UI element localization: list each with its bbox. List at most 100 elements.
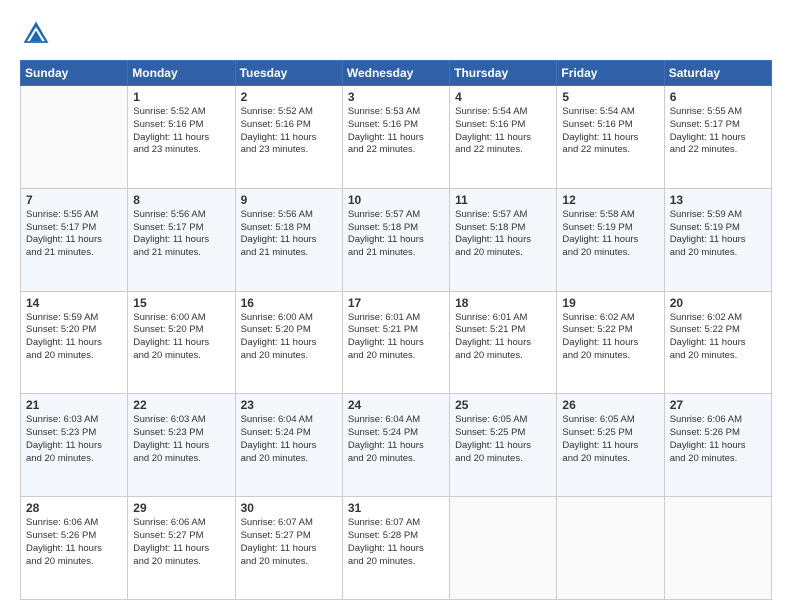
cell-date-number: 8 (133, 193, 229, 207)
cell-date-number: 29 (133, 501, 229, 515)
weekday-header: Friday (557, 61, 664, 86)
calendar-table: SundayMondayTuesdayWednesdayThursdayFrid… (20, 60, 772, 600)
cell-date-number: 25 (455, 398, 551, 412)
cell-info: Sunrise: 6:04 AMSunset: 5:24 PMDaylight:… (241, 414, 337, 465)
weekday-header: Thursday (450, 61, 557, 86)
weekday-header: Saturday (664, 61, 771, 86)
cell-info: Sunrise: 5:55 AMSunset: 5:17 PMDaylight:… (26, 209, 122, 260)
cell-date-number: 16 (241, 296, 337, 310)
calendar-cell: 15Sunrise: 6:00 AMSunset: 5:20 PMDayligh… (128, 291, 235, 394)
cell-info: Sunrise: 5:57 AMSunset: 5:18 PMDaylight:… (348, 209, 444, 260)
cell-date-number: 24 (348, 398, 444, 412)
calendar-week-row: 1 Sunrise: 5:52 AMSunset: 5:16 PMDaylight… (21, 86, 772, 189)
cell-info: Sunrise: 6:07 AMSunset: 5:28 PMDaylight:… (348, 517, 444, 568)
cell-info: Sunrise: 6:05 AMSunset: 5:25 PMDaylight:… (455, 414, 551, 465)
page: SundayMondayTuesdayWednesdayThursdayFrid… (0, 0, 792, 612)
cell-date-number: 9 (241, 193, 337, 207)
cell-info: Sunrise: 6:03 AMSunset: 5:23 PMDaylight:… (26, 414, 122, 465)
calendar-cell: 31 Sunrise: 6:07 AMSunset: 5:28 PMDayligh… (342, 497, 449, 600)
calendar-cell: 1 Sunrise: 5:52 AMSunset: 5:16 PMDaylight… (128, 86, 235, 189)
calendar-cell: 25 Sunrise: 6:05 AMSunset: 5:25 PMDayligh… (450, 394, 557, 497)
cell-info: Sunrise: 6:01 AMSunset: 5:21 PMDaylight:… (348, 312, 444, 363)
cell-date-number: 5 (562, 90, 658, 104)
calendar-week-row: 21 Sunrise: 6:03 AMSunset: 5:23 PMDayligh… (21, 394, 772, 497)
cell-date-number: 14 (26, 296, 122, 310)
calendar-cell (21, 86, 128, 189)
calendar-cell: 3 Sunrise: 5:53 AMSunset: 5:16 PMDaylight… (342, 86, 449, 189)
calendar-cell: 16Sunrise: 6:00 AMSunset: 5:20 PMDayligh… (235, 291, 342, 394)
cell-info: Sunrise: 5:56 AMSunset: 5:18 PMDaylight:… (241, 209, 337, 260)
cell-info: Sunrise: 6:02 AMSunset: 5:22 PMDaylight:… (670, 312, 766, 363)
cell-info: Sunrise: 6:02 AMSunset: 5:22 PMDaylight:… (562, 312, 658, 363)
logo (20, 18, 56, 50)
cell-date-number: 11 (455, 193, 551, 207)
cell-info: Sunrise: 6:06 AMSunset: 5:26 PMDaylight:… (670, 414, 766, 465)
cell-info: Sunrise: 6:04 AMSunset: 5:24 PMDaylight:… (348, 414, 444, 465)
calendar-week-row: 7 Sunrise: 5:55 AMSunset: 5:17 PMDaylight… (21, 188, 772, 291)
cell-info: Sunrise: 6:00 AMSunset: 5:20 PMDaylight:… (133, 312, 229, 363)
cell-info: Sunrise: 6:01 AMSunset: 5:21 PMDaylight:… (455, 312, 551, 363)
cell-date-number: 30 (241, 501, 337, 515)
calendar-cell: 6Sunrise: 5:55 AMSunset: 5:17 PMDaylight… (664, 86, 771, 189)
cell-date-number: 17 (348, 296, 444, 310)
cell-info: Sunrise: 5:52 AMSunset: 5:16 PMDaylight:… (133, 106, 229, 157)
cell-date-number: 2 (241, 90, 337, 104)
calendar-cell: 18Sunrise: 6:01 AMSunset: 5:21 PMDayligh… (450, 291, 557, 394)
weekday-header-row: SundayMondayTuesdayWednesdayThursdayFrid… (21, 61, 772, 86)
cell-date-number: 1 (133, 90, 229, 104)
weekday-header: Tuesday (235, 61, 342, 86)
cell-info: Sunrise: 6:03 AMSunset: 5:23 PMDaylight:… (133, 414, 229, 465)
cell-date-number: 3 (348, 90, 444, 104)
calendar-cell: 23 Sunrise: 6:04 AMSunset: 5:24 PMDayligh… (235, 394, 342, 497)
cell-date-number: 7 (26, 193, 122, 207)
calendar-cell: 30Sunrise: 6:07 AMSunset: 5:27 PMDayligh… (235, 497, 342, 600)
calendar-week-row: 14 Sunrise: 5:59 AMSunset: 5:20 PMDayligh… (21, 291, 772, 394)
cell-info: Sunrise: 5:55 AMSunset: 5:17 PMDaylight:… (670, 106, 766, 157)
calendar-cell (664, 497, 771, 600)
calendar-cell: 26 Sunrise: 6:05 AMSunset: 5:25 PMDayligh… (557, 394, 664, 497)
cell-info: Sunrise: 6:05 AMSunset: 5:25 PMDaylight:… (562, 414, 658, 465)
cell-date-number: 4 (455, 90, 551, 104)
cell-date-number: 23 (241, 398, 337, 412)
cell-info: Sunrise: 6:06 AMSunset: 5:27 PMDaylight:… (133, 517, 229, 568)
calendar-cell: 10Sunrise: 5:57 AMSunset: 5:18 PMDayligh… (342, 188, 449, 291)
calendar-cell: 29 Sunrise: 6:06 AMSunset: 5:27 PMDayligh… (128, 497, 235, 600)
cell-date-number: 26 (562, 398, 658, 412)
cell-info: Sunrise: 5:57 AMSunset: 5:18 PMDaylight:… (455, 209, 551, 260)
cell-date-number: 21 (26, 398, 122, 412)
calendar-cell: 12 Sunrise: 5:58 AMSunset: 5:19 PMDayligh… (557, 188, 664, 291)
calendar-cell: 5Sunrise: 5:54 AMSunset: 5:16 PMDaylight… (557, 86, 664, 189)
cell-info: Sunrise: 5:59 AMSunset: 5:20 PMDaylight:… (26, 312, 122, 363)
calendar-cell: 22Sunrise: 6:03 AMSunset: 5:23 PMDayligh… (128, 394, 235, 497)
cell-info: Sunrise: 6:06 AMSunset: 5:26 PMDaylight:… (26, 517, 122, 568)
cell-date-number: 20 (670, 296, 766, 310)
calendar-cell: 2 Sunrise: 5:52 AMSunset: 5:16 PMDaylight… (235, 86, 342, 189)
calendar-cell: 8 Sunrise: 5:56 AMSunset: 5:17 PMDaylight… (128, 188, 235, 291)
cell-info: Sunrise: 5:52 AMSunset: 5:16 PMDaylight:… (241, 106, 337, 157)
weekday-header: Monday (128, 61, 235, 86)
cell-date-number: 13 (670, 193, 766, 207)
calendar-cell (557, 497, 664, 600)
calendar-cell: 20 Sunrise: 6:02 AMSunset: 5:22 PMDayligh… (664, 291, 771, 394)
cell-info: Sunrise: 5:59 AMSunset: 5:19 PMDaylight:… (670, 209, 766, 260)
cell-info: Sunrise: 5:58 AMSunset: 5:19 PMDaylight:… (562, 209, 658, 260)
calendar-cell: 19Sunrise: 6:02 AMSunset: 5:22 PMDayligh… (557, 291, 664, 394)
calendar-cell: 14 Sunrise: 5:59 AMSunset: 5:20 PMDayligh… (21, 291, 128, 394)
calendar-cell: 13 Sunrise: 5:59 AMSunset: 5:19 PMDayligh… (664, 188, 771, 291)
calendar-cell: 11 Sunrise: 5:57 AMSunset: 5:18 PMDayligh… (450, 188, 557, 291)
calendar-cell: 17 Sunrise: 6:01 AMSunset: 5:21 PMDayligh… (342, 291, 449, 394)
weekday-header: Wednesday (342, 61, 449, 86)
cell-date-number: 31 (348, 501, 444, 515)
cell-info: Sunrise: 5:53 AMSunset: 5:16 PMDaylight:… (348, 106, 444, 157)
cell-info: Sunrise: 5:56 AMSunset: 5:17 PMDaylight:… (133, 209, 229, 260)
logo-icon (20, 18, 52, 50)
cell-info: Sunrise: 5:54 AMSunset: 5:16 PMDaylight:… (455, 106, 551, 157)
calendar-cell: 4 Sunrise: 5:54 AMSunset: 5:16 PMDaylight… (450, 86, 557, 189)
calendar-cell (450, 497, 557, 600)
calendar-cell: 28 Sunrise: 6:06 AMSunset: 5:26 PMDayligh… (21, 497, 128, 600)
cell-date-number: 12 (562, 193, 658, 207)
calendar-cell: 24 Sunrise: 6:04 AMSunset: 5:24 PMDayligh… (342, 394, 449, 497)
weekday-header: Sunday (21, 61, 128, 86)
cell-date-number: 28 (26, 501, 122, 515)
calendar-cell: 7 Sunrise: 5:55 AMSunset: 5:17 PMDaylight… (21, 188, 128, 291)
